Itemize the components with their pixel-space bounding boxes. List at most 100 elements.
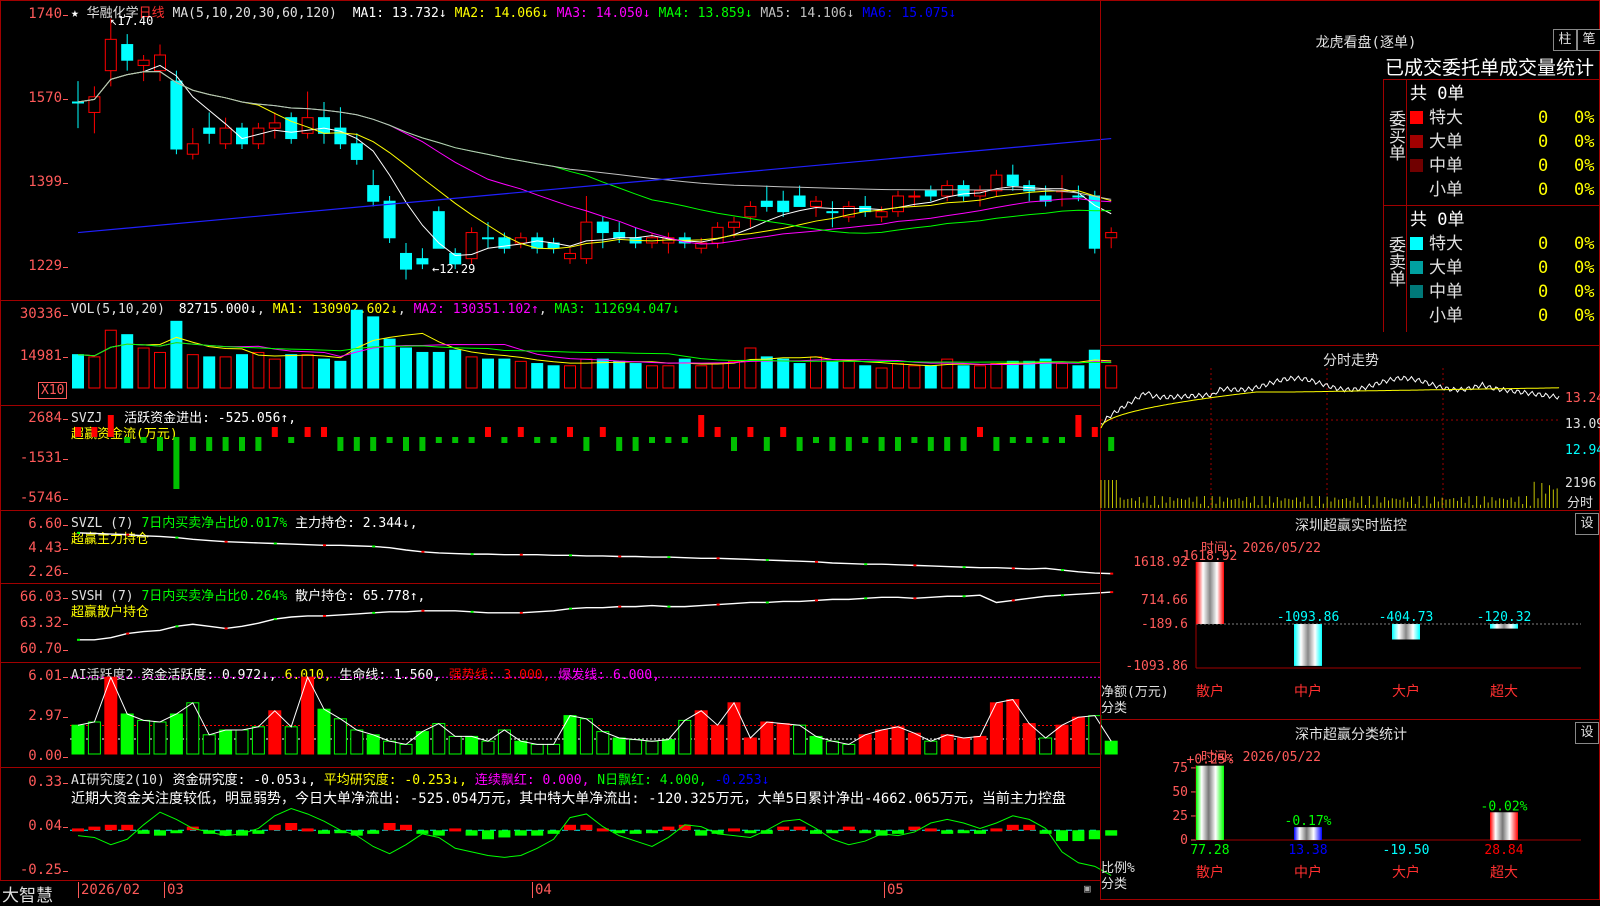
y-tick: 2684 — [28, 410, 68, 426]
tick-mode-button[interactable]: 笔 — [1577, 29, 1600, 51]
volume-bar — [646, 365, 658, 389]
candlestick-chart[interactable] — [70, 0, 1118, 300]
flow-bar — [222, 437, 229, 451]
volume-chart[interactable] — [70, 300, 1118, 406]
y-tick: 14981 — [19, 348, 69, 364]
volume-bar — [990, 363, 1003, 389]
flow-bar — [353, 437, 360, 451]
indicator-dot — [421, 550, 425, 553]
candle-body — [482, 237, 494, 240]
svzj-chart[interactable] — [70, 405, 1115, 511]
volume-bar — [596, 358, 609, 389]
ai-activity-chart[interactable] — [70, 662, 1118, 768]
activity-bar — [202, 734, 216, 755]
indicator-dot — [716, 603, 720, 606]
category-label: 散户 — [1196, 683, 1224, 700]
flow-bar — [321, 427, 327, 437]
svzj-y-axis: 2684 -1531 -5746 — [0, 405, 69, 511]
volume-bar — [547, 365, 560, 389]
flow-bar — [780, 427, 787, 437]
candle-body — [760, 200, 773, 207]
flow-bar — [960, 437, 967, 451]
intraday-volume-unit: 分时 — [1567, 496, 1594, 511]
flow-bar — [288, 437, 295, 443]
flow-bar — [977, 427, 983, 437]
activity-bar — [432, 723, 446, 755]
volume-bar — [121, 334, 134, 389]
ai-research-chart[interactable] — [70, 767, 1118, 881]
research-bar — [514, 830, 527, 836]
indicator-dot — [126, 533, 130, 536]
flow-bar — [1075, 415, 1082, 437]
order-row: 中单 0 0% — [1410, 280, 1600, 304]
flow-bar — [731, 437, 737, 451]
order-type: 大单 — [1429, 258, 1463, 278]
activity-bar — [366, 734, 380, 755]
net-amount-bar — [1196, 562, 1224, 624]
candle-body — [350, 143, 363, 160]
volume-bar — [629, 363, 642, 389]
date-label: 04 — [532, 882, 552, 898]
activity-bar — [940, 734, 954, 755]
intraday-tick: 13.24 — [1565, 391, 1600, 406]
intraday-chart[interactable] — [1100, 368, 1561, 510]
y-tick: 6.01 — [28, 668, 68, 684]
candle-body — [203, 127, 216, 134]
category-label: 超大 — [1490, 684, 1518, 700]
y-tick: -1531 — [19, 450, 69, 466]
color-swatch — [1410, 135, 1423, 148]
order-count: 0 — [1538, 258, 1549, 278]
candle-body — [1006, 174, 1019, 187]
candle-body — [121, 44, 134, 61]
research-bar — [449, 828, 462, 832]
date-label: 05 — [884, 882, 904, 898]
flow-bar — [468, 437, 475, 443]
y-tick: 1229 — [28, 258, 68, 274]
lock-icon[interactable]: ▣ — [1084, 882, 1091, 895]
order-percent: 0% — [1574, 180, 1595, 200]
activity-bar — [825, 740, 839, 755]
research-bar — [154, 830, 166, 836]
research-bar — [990, 828, 1003, 832]
flow-bar — [91, 427, 98, 437]
flow-bar — [927, 437, 934, 451]
activity-bar — [596, 731, 610, 755]
activity-bar — [891, 726, 905, 755]
flow-bar — [419, 437, 426, 451]
indicator-dot — [323, 544, 326, 547]
research-bar — [777, 826, 790, 831]
svsh-chart[interactable] — [70, 583, 1114, 663]
flow-bar — [632, 437, 639, 451]
flow-bar — [665, 437, 672, 443]
candle-body — [564, 252, 576, 260]
bar-mode-button[interactable]: 柱 — [1553, 29, 1577, 51]
activity-bar — [448, 735, 462, 755]
activity-bar — [235, 729, 249, 755]
volume-bar — [695, 365, 708, 389]
volume-bar — [482, 358, 494, 389]
realtime-monitor-chart[interactable]: 1618.92 714.66 -189.6 -1093.86 1618.92 散户 -109… — [1101, 510, 1599, 718]
research-bar — [383, 823, 396, 831]
order-row: 大单 0 0% — [1410, 130, 1600, 154]
order-row: 中单 0 0% — [1410, 154, 1600, 178]
activity-bar — [547, 743, 561, 755]
activity-bar — [137, 719, 151, 755]
y-tick: 0 — [1180, 833, 1188, 848]
activity-bar — [973, 735, 987, 755]
indicator-dot — [273, 618, 277, 621]
research-bar — [137, 830, 150, 834]
bar-value-label: -120.32 — [1477, 610, 1532, 625]
ma-line — [77, 71, 1112, 250]
ai-research-y-axis: 0.33 0.04 -0.25 — [0, 767, 69, 881]
volume-bar — [842, 360, 855, 389]
activity-bar — [694, 710, 708, 755]
brand-label[interactable]: 大智慧 — [2, 881, 53, 906]
y-tick: 6.60 — [28, 516, 68, 532]
activity-bar — [1006, 699, 1020, 755]
classification-chart[interactable]: 7550250+0.25%77.28散户-0.17%13.38中户-19.50大… — [1101, 719, 1599, 899]
candle-body — [711, 226, 724, 244]
flow-bar — [517, 427, 524, 437]
svzl-chart[interactable] — [70, 510, 1114, 584]
order-type: 特大 — [1429, 234, 1463, 254]
flow-bar — [714, 427, 721, 437]
